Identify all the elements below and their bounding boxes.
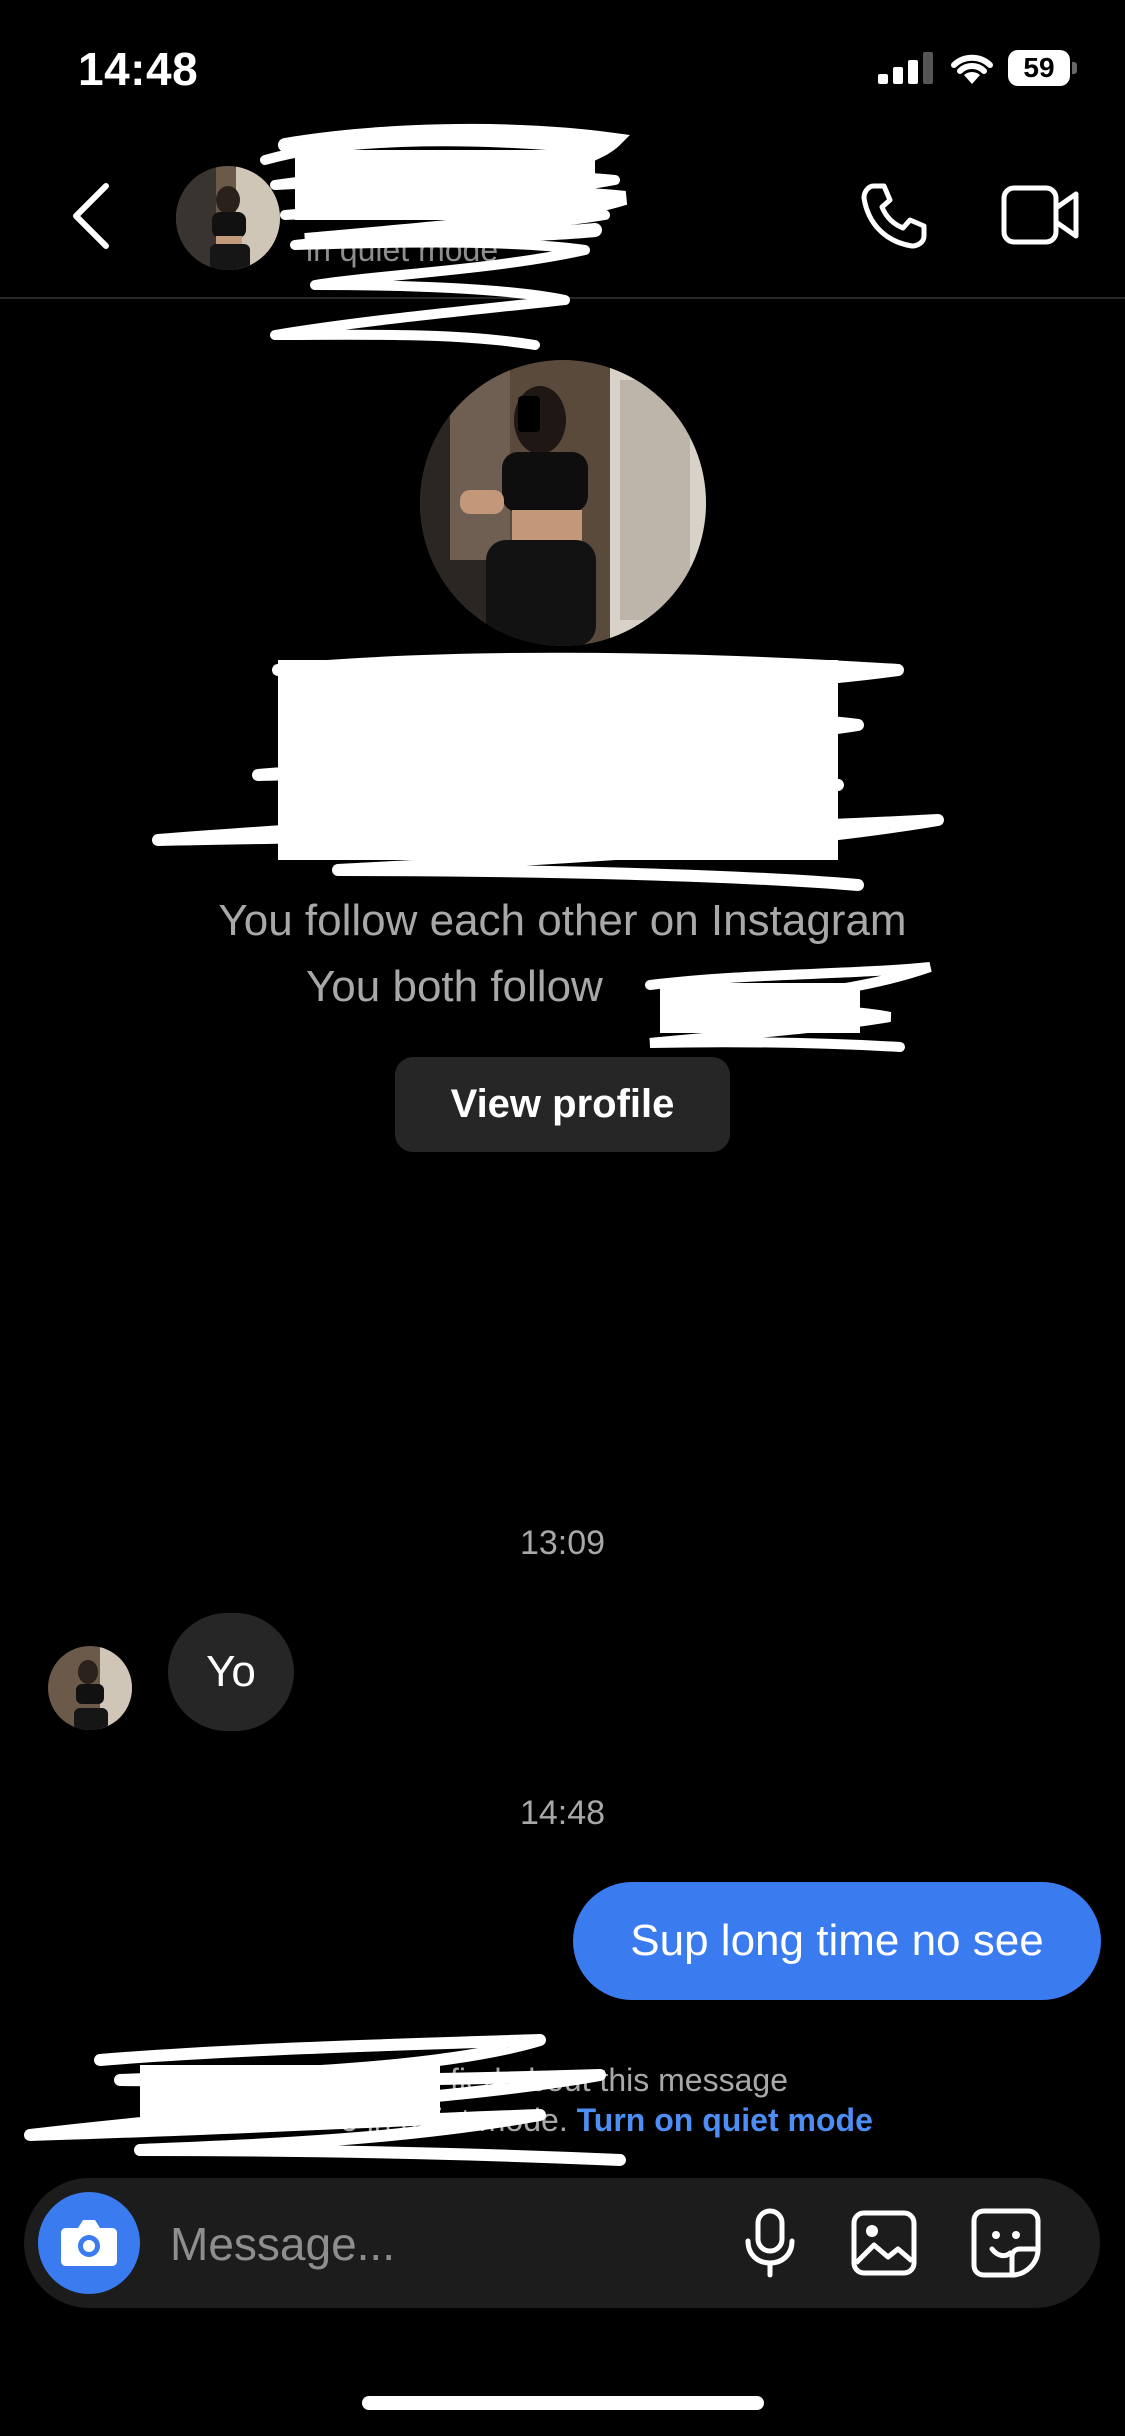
video-call-icon[interactable] <box>1000 182 1080 248</box>
outgoing-message[interactable]: Sup long time no see <box>573 1882 1101 2000</box>
wifi-icon <box>951 54 993 84</box>
back-arrow-icon[interactable] <box>64 180 116 252</box>
sticker-icon[interactable] <box>970 2207 1042 2279</box>
profile-avatar[interactable] <box>420 360 706 646</box>
timestamp-1: 13:09 <box>519 1524 606 1562</box>
battery-indicator: 59 <box>1008 50 1078 86</box>
redaction-scribble-profile <box>152 652 944 891</box>
battery-level: 59 <box>1023 52 1055 83</box>
redaction-scribble-notice <box>24 2034 626 2166</box>
gallery-icon[interactable] <box>850 2209 918 2277</box>
sender-avatar[interactable] <box>48 1646 132 1730</box>
view-profile-button[interactable]: View profile <box>395 1057 730 1152</box>
signal-icon <box>878 52 933 84</box>
redaction-scribble-followers <box>645 962 932 1052</box>
mutual-followers-text: You both follow <box>306 962 603 1011</box>
home-indicator[interactable] <box>362 2396 764 2410</box>
phone-icon[interactable] <box>858 180 930 252</box>
camera-icon <box>61 2220 117 2266</box>
camera-button[interactable] <box>38 2192 140 2294</box>
message-input[interactable] <box>168 2206 672 2282</box>
mutual-follow-text: You follow each other on Instagram <box>218 896 907 945</box>
microphone-icon[interactable] <box>740 2207 800 2279</box>
timestamp-2: 14:48 <box>519 1794 606 1832</box>
redaction-scribble <box>260 123 630 350</box>
incoming-message[interactable]: Yo <box>168 1613 294 1731</box>
status-time: 14:48 <box>78 43 199 95</box>
